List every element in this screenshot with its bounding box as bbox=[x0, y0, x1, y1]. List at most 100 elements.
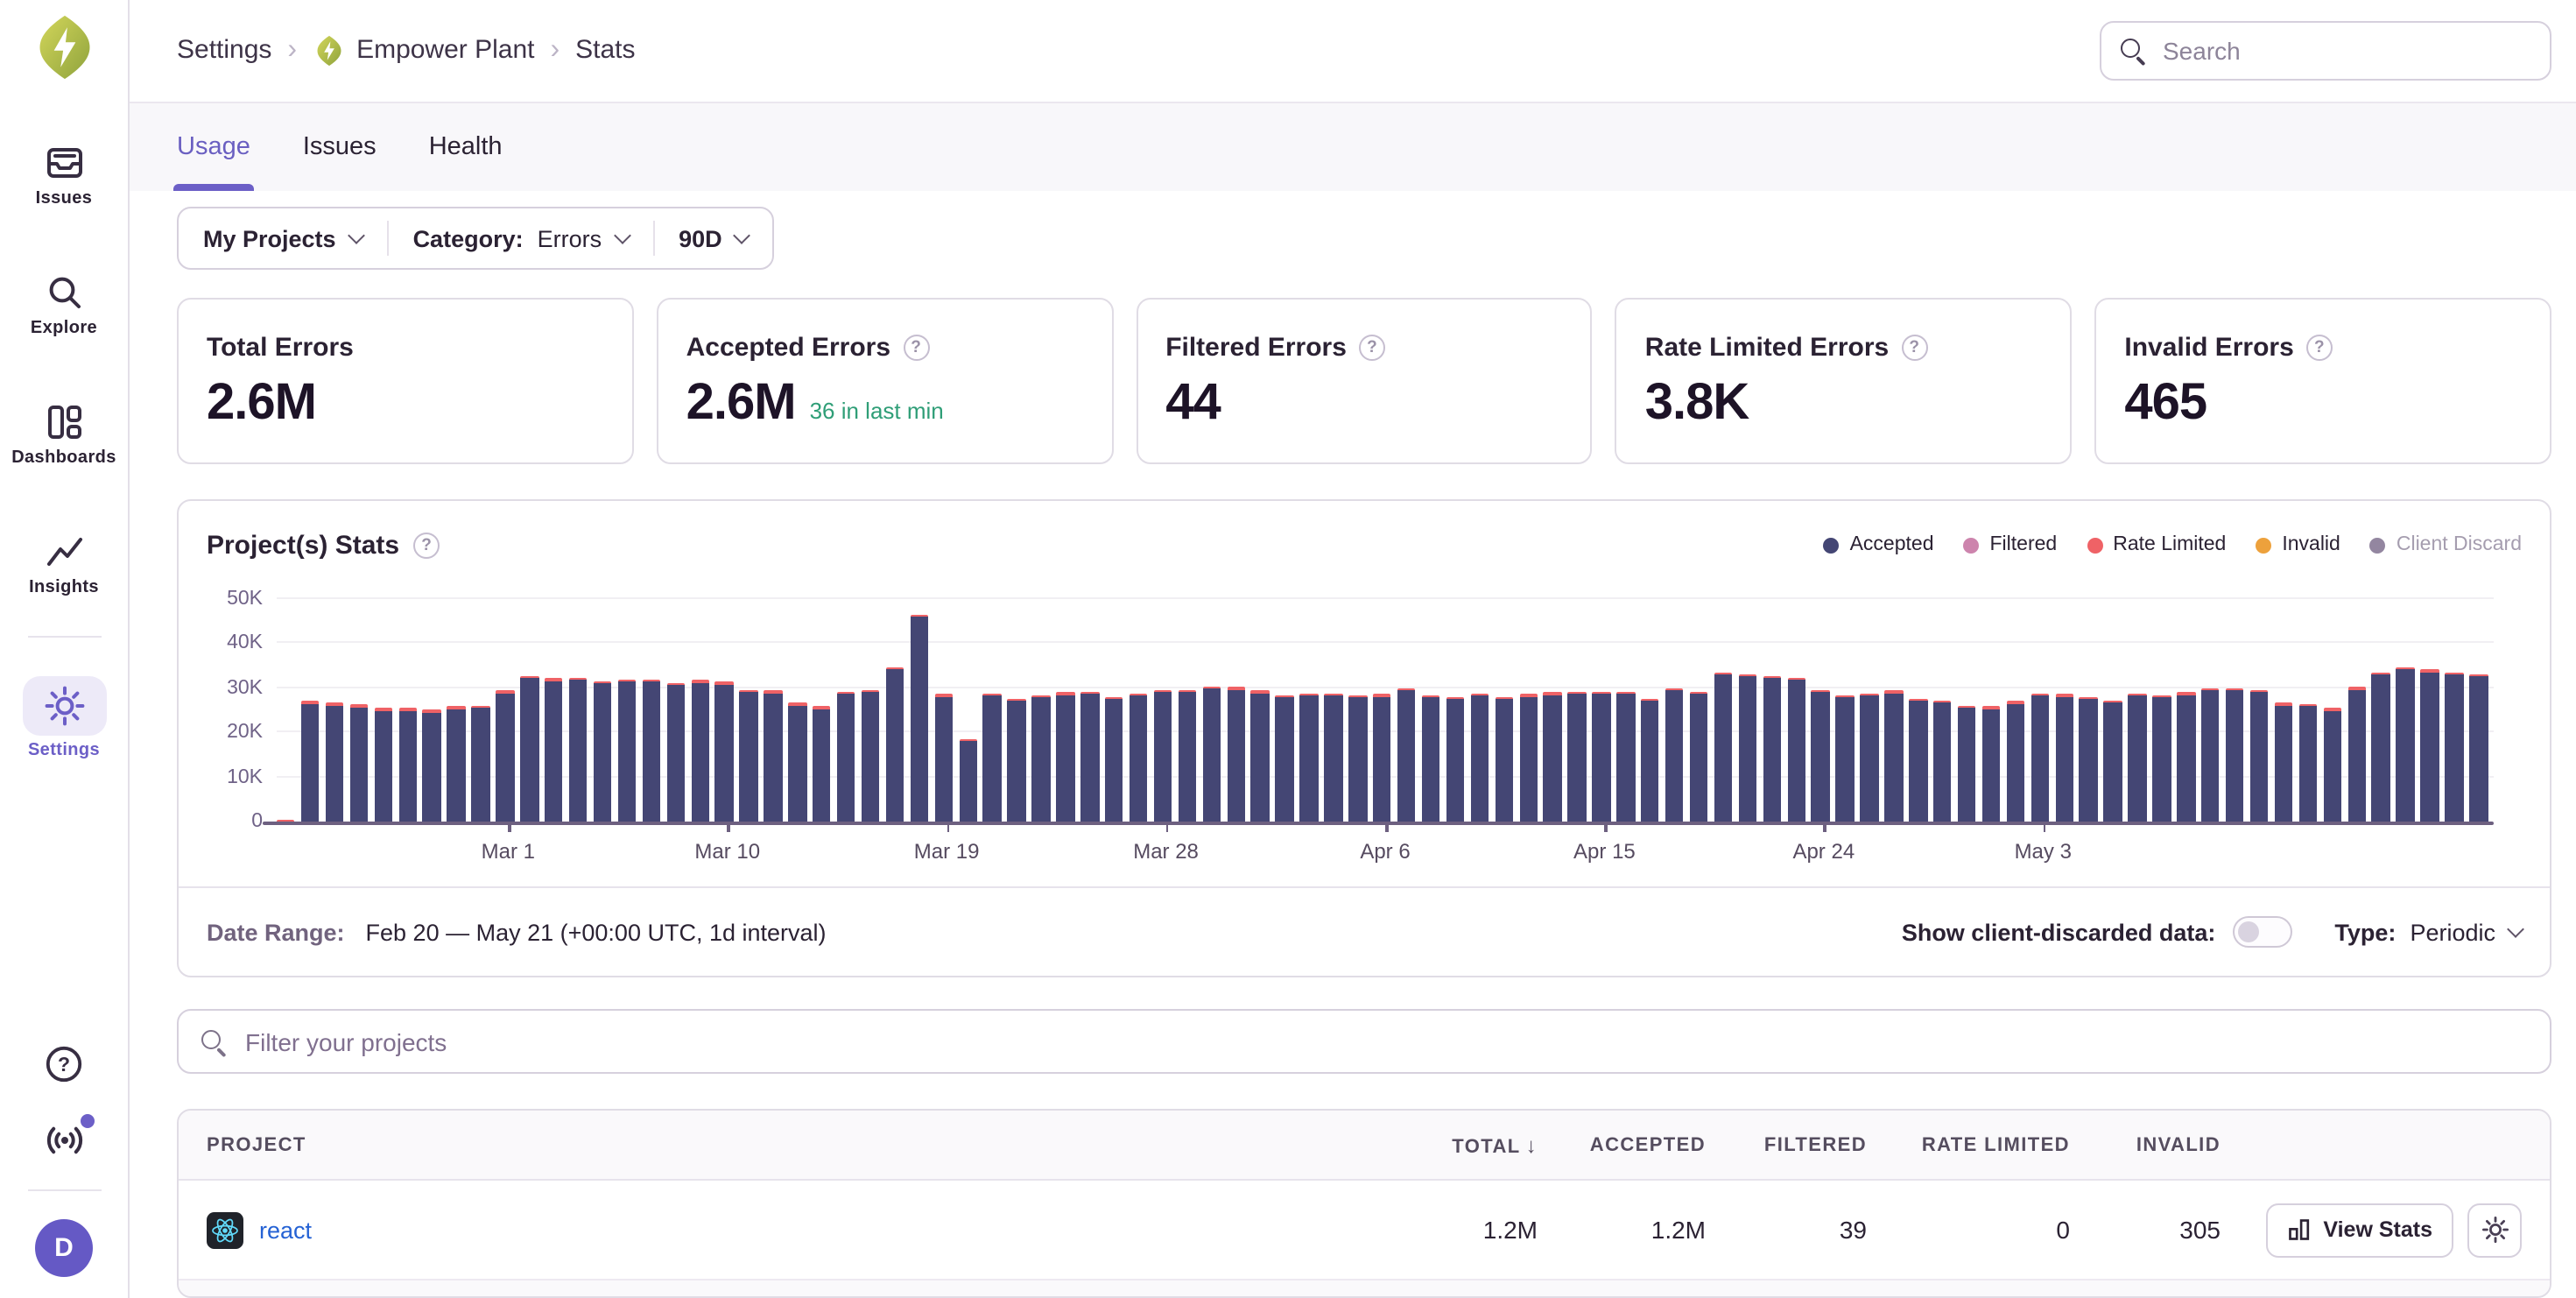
bar-accepted-segment bbox=[1714, 674, 1733, 822]
client-discard-toggle[interactable] bbox=[2233, 916, 2292, 948]
tab-usage[interactable]: Usage bbox=[177, 103, 250, 191]
help-icon[interactable]: ? bbox=[1901, 335, 1927, 361]
bar-day-75 bbox=[2104, 700, 2122, 822]
date-period-label: 90D bbox=[679, 225, 722, 251]
chevron-right-icon: › bbox=[551, 35, 560, 67]
issues-icon bbox=[43, 142, 85, 184]
y-axis-label: 50K bbox=[227, 589, 263, 610]
chevron-right-icon: › bbox=[287, 35, 297, 67]
bar-day-87 bbox=[2397, 667, 2415, 822]
x-axis-tick bbox=[1604, 823, 1607, 832]
help-icon[interactable]: ? bbox=[43, 1042, 85, 1084]
help-icon[interactable]: ? bbox=[2306, 335, 2333, 361]
column-header-filtered[interactable]: FILTERED bbox=[1706, 1134, 1867, 1155]
react-icon bbox=[207, 1211, 243, 1248]
bar-day-10 bbox=[520, 676, 538, 822]
bar-day-11 bbox=[545, 679, 563, 822]
date-period-selector[interactable]: 90D bbox=[654, 208, 773, 268]
y-axis-label: 10K bbox=[227, 766, 263, 787]
breadcrumb-org[interactable]: Empower Plant bbox=[313, 35, 534, 67]
sidebar-section-divider bbox=[27, 636, 101, 638]
bar-accepted-segment bbox=[1178, 693, 1196, 822]
avatar[interactable]: D bbox=[35, 1219, 93, 1277]
bar-day-52 bbox=[1544, 693, 1562, 822]
global-search[interactable] bbox=[2100, 21, 2551, 81]
project-selector[interactable]: My Projects bbox=[179, 208, 387, 268]
legend-dot-icon bbox=[1824, 537, 1840, 553]
bar-accepted-segment bbox=[1763, 679, 1781, 822]
bar-day-74 bbox=[2080, 697, 2098, 822]
column-header-project[interactable]: PROJECT bbox=[207, 1134, 1369, 1155]
bar-day-61 bbox=[1763, 676, 1781, 822]
stat-card-title: Accepted Errors ? bbox=[686, 333, 1084, 363]
legend-item-client-discard[interactable]: Client Discard bbox=[2370, 534, 2522, 555]
legend-item-accepted[interactable]: Accepted bbox=[1824, 534, 1934, 555]
legend-item-filtered[interactable]: Filtered bbox=[1964, 534, 2058, 555]
broadcast-icon[interactable] bbox=[43, 1119, 85, 1161]
type-selector[interactable]: Type: Periodic bbox=[2334, 919, 2522, 945]
column-header-invalid[interactable]: INVALID bbox=[2070, 1134, 2221, 1155]
category-selector[interactable]: Category: Errors bbox=[389, 208, 653, 268]
tab-issues[interactable]: Issues bbox=[303, 103, 377, 191]
sidebar-item-settings[interactable]: Settings bbox=[0, 676, 128, 760]
help-icon[interactable]: ? bbox=[413, 532, 440, 558]
category-value: Errors bbox=[538, 225, 602, 251]
bar-day-25 bbox=[886, 667, 904, 822]
x-axis-label: Mar 10 bbox=[694, 839, 760, 864]
bar-accepted-segment bbox=[1348, 697, 1367, 822]
sidebar-item-issues[interactable]: Issues bbox=[0, 142, 128, 208]
bar-accepted-segment bbox=[2201, 691, 2220, 822]
bar-accepted-segment bbox=[788, 705, 806, 822]
project-filter[interactable] bbox=[177, 1009, 2551, 1074]
legend-item-rate-limited[interactable]: Rate Limited bbox=[2087, 534, 2226, 555]
column-header-accepted[interactable]: ACCEPTED bbox=[1538, 1134, 1706, 1155]
project-filter-input[interactable] bbox=[242, 1026, 2529, 1057]
bar-accepted-segment bbox=[618, 682, 637, 822]
sidebar-item-explore[interactable]: Explore bbox=[0, 272, 128, 338]
bar-day-35 bbox=[1130, 693, 1148, 822]
insights-icon bbox=[43, 531, 85, 573]
project-link[interactable]: react bbox=[259, 1217, 312, 1243]
search-input[interactable] bbox=[2159, 35, 2532, 67]
bar-day-53 bbox=[1568, 691, 1587, 822]
actions-cell: View Stats bbox=[2221, 1203, 2522, 1257]
tab-health[interactable]: Health bbox=[429, 103, 503, 191]
legend-item-invalid[interactable]: Invalid bbox=[2256, 534, 2340, 555]
x-axis-label: May 3 bbox=[2015, 839, 2072, 864]
breadcrumb-stats[interactable]: Stats bbox=[575, 36, 635, 66]
date-range-value: Feb 20 — May 21 (+00:00 UTC, 1d interval… bbox=[366, 919, 827, 945]
stat-card-filtered-errors: Filtered Errors ? 44 bbox=[1136, 298, 1593, 464]
bar-day-34 bbox=[1105, 696, 1123, 822]
column-header-total[interactable]: TOTAL↓ bbox=[1369, 1132, 1538, 1157]
bar-day-4 bbox=[374, 708, 392, 822]
legend-dot-icon bbox=[2087, 537, 2102, 553]
bar-accepted-segment bbox=[447, 709, 466, 822]
help-icon[interactable]: ? bbox=[903, 335, 929, 361]
x-axis-tick bbox=[508, 823, 510, 832]
bar-day-24 bbox=[862, 690, 880, 822]
bar-accepted-segment bbox=[1519, 696, 1538, 822]
app-window: Issues Explore Dashboards Insights Setti… bbox=[0, 0, 2576, 1298]
column-header-rate_limited[interactable]: RATE LIMITED bbox=[1867, 1134, 2070, 1155]
bar-day-9 bbox=[496, 691, 514, 822]
date-range: Date Range: Feb 20 — May 21 (+00:00 UTC,… bbox=[207, 919, 827, 945]
sidebar-item-dashboards[interactable]: Dashboards bbox=[0, 401, 128, 468]
x-axis-label: Apr 24 bbox=[1792, 839, 1855, 864]
bar-day-69 bbox=[1958, 705, 1976, 822]
search-icon bbox=[200, 1028, 226, 1055]
bar-day-50 bbox=[1495, 696, 1513, 822]
table-footer-strip bbox=[179, 1279, 2550, 1296]
help-icon[interactable]: ? bbox=[1359, 335, 1385, 361]
project-settings-button[interactable] bbox=[2467, 1203, 2522, 1257]
bar-day-41 bbox=[1276, 695, 1294, 822]
bar-day-42 bbox=[1300, 693, 1319, 822]
project-cell: react bbox=[207, 1211, 1369, 1248]
sentry-logo[interactable] bbox=[31, 14, 97, 89]
type-value: Periodic bbox=[2410, 919, 2495, 945]
breadcrumb-settings[interactable]: Settings bbox=[177, 36, 271, 66]
gridline bbox=[277, 642, 2494, 644]
sidebar-item-insights[interactable]: Insights bbox=[0, 531, 128, 597]
x-axis-label: Apr 6 bbox=[1360, 839, 1410, 864]
view-stats-button[interactable]: View Stats bbox=[2265, 1203, 2453, 1257]
bar-day-72 bbox=[2031, 694, 2049, 822]
